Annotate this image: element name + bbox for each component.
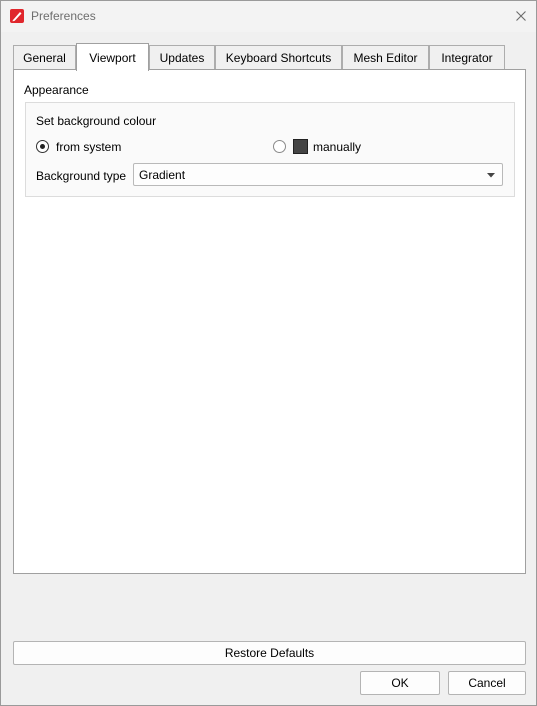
- background-colour-group: Set background colour from system manual…: [25, 102, 515, 197]
- radio-selected-dot: [40, 144, 45, 149]
- chevron-down-icon: [487, 173, 495, 178]
- close-button[interactable]: [509, 6, 533, 26]
- tab-mesh-editor[interactable]: Mesh Editor: [342, 45, 429, 69]
- pencil-app-icon: [10, 9, 24, 23]
- ok-button[interactable]: OK: [360, 671, 440, 695]
- background-type-select[interactable]: Gradient: [133, 163, 503, 186]
- cancel-button[interactable]: Cancel: [448, 671, 526, 695]
- tab-keyboard-shortcuts[interactable]: Keyboard Shortcuts: [215, 45, 342, 69]
- from-system-radio[interactable]: [36, 140, 49, 153]
- background-type-label: Background type: [36, 169, 127, 183]
- tab-general[interactable]: General: [13, 45, 76, 69]
- tab-updates[interactable]: Updates: [149, 45, 215, 69]
- manually-radio[interactable]: [273, 140, 286, 153]
- from-system-label[interactable]: from system: [56, 140, 121, 154]
- viewport-panel: Appearance Set background colour from sy…: [13, 69, 526, 574]
- tab-viewport[interactable]: Viewport: [76, 43, 149, 71]
- appearance-heading: Appearance: [24, 83, 89, 97]
- title-bar: Preferences: [1, 1, 536, 32]
- background-colour-label: Set background colour: [36, 114, 157, 128]
- background-colour-swatch[interactable]: [293, 139, 308, 154]
- window-title: Preferences: [31, 9, 96, 23]
- manually-label[interactable]: manually: [313, 140, 361, 154]
- preferences-window: Preferences General Viewport Updates Key…: [0, 0, 537, 706]
- close-icon: [516, 11, 526, 21]
- restore-defaults-button[interactable]: Restore Defaults: [13, 641, 526, 665]
- background-type-value: Gradient: [139, 168, 186, 182]
- tab-integrator[interactable]: Integrator: [429, 45, 505, 69]
